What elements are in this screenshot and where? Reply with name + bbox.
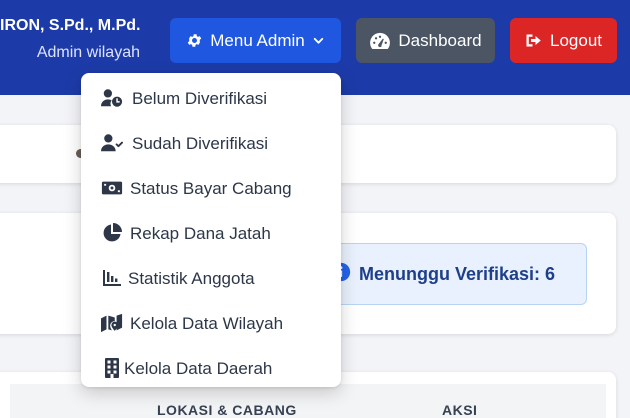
menu-item-label: Status Bayar Cabang <box>130 179 292 198</box>
logout-label: Logout <box>550 30 602 50</box>
sign-out-icon <box>525 32 543 49</box>
dashboard-button[interactable]: Dashboard <box>356 18 495 63</box>
menu-item-label: Rekap Dana Jatah <box>130 224 271 243</box>
logout-button[interactable]: Logout <box>510 18 617 63</box>
user-name: IRON, S.Pd., M.Pd. <box>0 17 140 34</box>
dashboard-label: Dashboard <box>398 30 482 50</box>
menu-item-kelola-data-wilayah[interactable]: Kelola Data Wilayah <box>81 300 341 345</box>
user-clock-icon <box>101 87 123 109</box>
menu-item-label: Statistik Anggota <box>128 269 255 288</box>
menu-item-rekap-dana-jatah[interactable]: Rekap Dana Jatah <box>81 210 341 255</box>
pie-chart-icon <box>101 222 123 244</box>
menu-item-label: Sudah Diverifikasi <box>132 134 269 153</box>
bar-chart-icon <box>101 267 123 289</box>
gauge-icon <box>369 32 391 50</box>
pending-verification-text: Menunggu Verifikasi: 6 <box>359 263 556 284</box>
column-header-action: AKSI <box>442 402 478 418</box>
map-marker-icon <box>101 312 123 334</box>
gear-icon <box>186 32 203 49</box>
chevron-down-icon <box>312 34 325 47</box>
menu-item-label: Kelola Data Wilayah <box>130 314 284 333</box>
building-icon <box>101 357 123 379</box>
column-header-location: LOKASI & CABANG <box>157 402 297 418</box>
user-check-icon <box>101 132 123 154</box>
menu-admin-label: Menu Admin <box>210 30 305 50</box>
menu-item-kelola-data-daerah[interactable]: Kelola Data Daerah <box>81 345 341 390</box>
menu-item-status-bayar-cabang[interactable]: Status Bayar Cabang <box>81 165 341 210</box>
user-role: Admin wilayah <box>36 44 140 61</box>
menu-item-label: Belum Diverifikasi <box>132 89 268 108</box>
menu-item-sudah-diverifikasi[interactable]: Sudah Diverifikasi <box>81 120 341 165</box>
menu-item-statistik-anggota[interactable]: Statistik Anggota <box>81 255 341 300</box>
pending-verification-badge: Menunggu Verifikasi: 6 <box>316 243 587 305</box>
menu-admin-button[interactable]: Menu Admin <box>170 18 341 63</box>
money-bill-icon <box>101 177 123 199</box>
menu-admin-dropdown: Belum Diverifikasi Sudah Diverifikasi St… <box>81 73 341 387</box>
menu-item-label: Kelola Data Daerah <box>124 359 273 378</box>
menu-item-belum-diverifikasi[interactable]: Belum Diverifikasi <box>81 75 341 120</box>
